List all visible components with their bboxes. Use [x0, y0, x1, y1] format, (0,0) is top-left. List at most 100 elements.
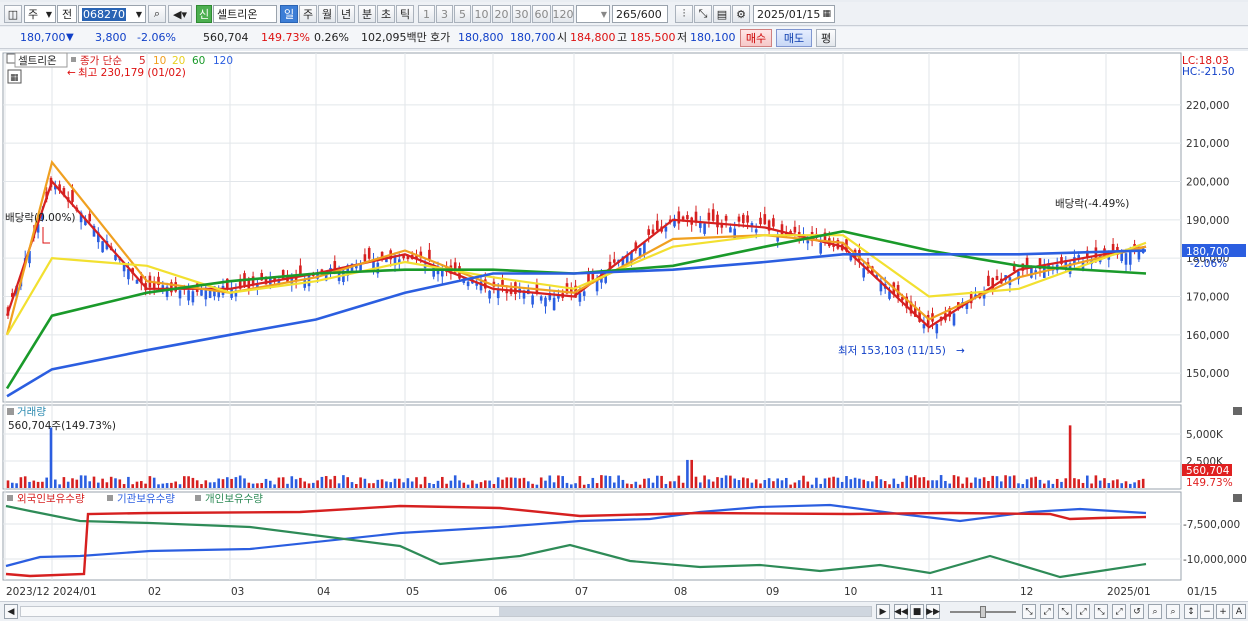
minute-10-button[interactable]: 10: [472, 5, 491, 23]
volume-bar: [1129, 483, 1132, 488]
top-toolbar: ◫ 주 ▼ 전 068270 ▼ ⌕ ◀▾ 신 셀트리온 일 주 월 년 분 초 틱…: [0, 2, 1248, 26]
volume-bar: [604, 475, 607, 488]
volume-bar: [707, 479, 711, 488]
zoom-out-icon[interactable]: −: [1200, 604, 1214, 619]
volume-bar: [617, 475, 620, 488]
period-type-select[interactable]: 주 ▼: [24, 5, 56, 23]
window-icon[interactable]: ◫: [4, 5, 22, 23]
market-select[interactable]: 전: [57, 5, 77, 23]
interval-second-button[interactable]: 초: [377, 5, 395, 23]
minute-120-button[interactable]: 120: [552, 5, 574, 23]
speaker-icon[interactable]: ◀▾: [168, 5, 192, 23]
x-axis-tick: 03: [231, 586, 244, 598]
volume-bar: [724, 475, 728, 488]
volume-bar: [819, 483, 822, 488]
volume-bar: [892, 478, 896, 488]
tool-4-icon[interactable]: ⤢: [1076, 604, 1090, 619]
volume-bar: [165, 483, 169, 488]
evaluate-button[interactable]: 평: [816, 29, 836, 47]
interval-tick-button[interactable]: 틱: [396, 5, 414, 23]
tool-7-icon[interactable]: ↺: [1130, 604, 1144, 619]
volume-bar: [62, 477, 66, 488]
volume-bar: [931, 480, 934, 488]
tool-2-icon[interactable]: ⤢: [1040, 604, 1054, 619]
volume-bar: [944, 480, 947, 488]
legend-institution-holdings: 기관보유수량: [117, 493, 175, 505]
tool-9-icon[interactable]: ⌕: [1166, 604, 1180, 619]
tool-1-icon[interactable]: ⤡: [1022, 604, 1036, 619]
stop-icon[interactable]: ■: [910, 604, 924, 619]
zoom-in-icon[interactable]: +: [1216, 604, 1230, 619]
data-count-input[interactable]: 265/600: [612, 5, 668, 23]
date-input[interactable]: 2025/01/15 ▦: [753, 5, 835, 23]
candle-body: [531, 295, 534, 305]
scroll-bar[interactable]: ◀ ▶ ◀◀ ■ ▶▶ ⤡ ⤢ ⤡ ⤢ ⤡ ⤢ ↺ ⌕ ⌕ ↕ − + A: [0, 601, 1248, 621]
zoom-slider-handle[interactable]: [980, 606, 986, 618]
ask-label: 호가: [430, 31, 451, 44]
volume-bar: [247, 482, 251, 488]
interval-week-button[interactable]: 주: [299, 5, 317, 23]
tool-8-icon[interactable]: ⌕: [1148, 604, 1162, 619]
sell-button[interactable]: 매도: [776, 29, 812, 47]
minute-20-button[interactable]: 20: [492, 5, 511, 23]
volume-bar: [1120, 483, 1123, 488]
current-price-tag-text: 180,700: [1186, 246, 1229, 258]
tool-3-icon[interactable]: ⤡: [1058, 604, 1072, 619]
search-icon[interactable]: ⌕: [148, 5, 166, 23]
minute-1-button[interactable]: 1: [418, 5, 435, 23]
buy-button[interactable]: 매수: [740, 29, 772, 47]
custom-interval-input[interactable]: ▼: [576, 5, 610, 23]
save-icon[interactable]: ▤: [713, 5, 731, 23]
volume-bar: [264, 478, 268, 488]
stock-name-field[interactable]: 셀트리온: [213, 5, 277, 23]
volume-bar: [978, 478, 982, 488]
auto-scale-icon[interactable]: A: [1232, 604, 1246, 619]
interval-minute-button[interactable]: 분: [358, 5, 376, 23]
minute-5-button[interactable]: 5: [454, 5, 471, 23]
volume-bar: [1047, 480, 1050, 488]
tool-6-icon[interactable]: ⤢: [1112, 604, 1126, 619]
legend-ma-10: 10: [153, 55, 166, 67]
volume-bar: [729, 475, 732, 488]
interval-day-button[interactable]: 일: [280, 5, 298, 23]
zoom-icon[interactable]: ⤡: [694, 5, 712, 23]
interval-month-button[interactable]: 월: [318, 5, 336, 23]
minute-60-button[interactable]: 60: [532, 5, 551, 23]
volume-bar: [686, 459, 689, 488]
close-holdings-panel-icon[interactable]: [1233, 494, 1242, 502]
scroll-thumb[interactable]: [499, 607, 871, 616]
forward-icon[interactable]: ▶▶: [926, 604, 940, 619]
volume-bar: [742, 477, 745, 488]
volume-bar: [337, 483, 341, 488]
interval-year-button[interactable]: 년: [337, 5, 355, 23]
rewind-icon[interactable]: ◀◀: [894, 604, 908, 619]
scroll-right-icon[interactable]: ▶: [876, 604, 890, 619]
minute-30-button[interactable]: 30: [512, 5, 531, 23]
close-panel-icon[interactable]: [1233, 407, 1242, 415]
chart-type-icon[interactable]: ⫶: [675, 5, 693, 23]
volume-bar: [140, 481, 143, 488]
stock-code-input[interactable]: 068270 ▼: [78, 5, 146, 23]
chart-area[interactable]: 220,000 210,000 200,000 190,000 180,000 170,0…: [0, 51, 1248, 601]
scroll-left-icon[interactable]: ◀: [4, 604, 18, 619]
volume-bar: [273, 484, 276, 488]
volume-bar: [737, 480, 741, 488]
volume-bar: [1086, 475, 1089, 488]
candle-body: [724, 215, 728, 221]
candle-body: [935, 324, 939, 334]
scroll-track[interactable]: [20, 606, 872, 617]
minute-3-button[interactable]: 3: [436, 5, 453, 23]
tool-5-icon[interactable]: ⤡: [1094, 604, 1108, 619]
volume-bar: [45, 477, 48, 488]
x-axis-tick: 2023/12: [6, 586, 50, 598]
volume-bar: [987, 480, 990, 488]
volume-bar: [1043, 483, 1046, 488]
legend-foreign-holdings: 외국인보유수량: [17, 493, 85, 505]
gear-icon[interactable]: ⚙: [732, 5, 750, 23]
volume-bar: [170, 482, 173, 488]
cursor-icon[interactable]: ↕: [1184, 604, 1198, 619]
chart-canvas[interactable]: 220,000210,000200,000190,000180,000170,0…: [0, 51, 1248, 601]
volume-bar: [957, 476, 960, 488]
trade-amount: 102,095백만: [361, 31, 427, 44]
candle-body: [686, 215, 689, 220]
